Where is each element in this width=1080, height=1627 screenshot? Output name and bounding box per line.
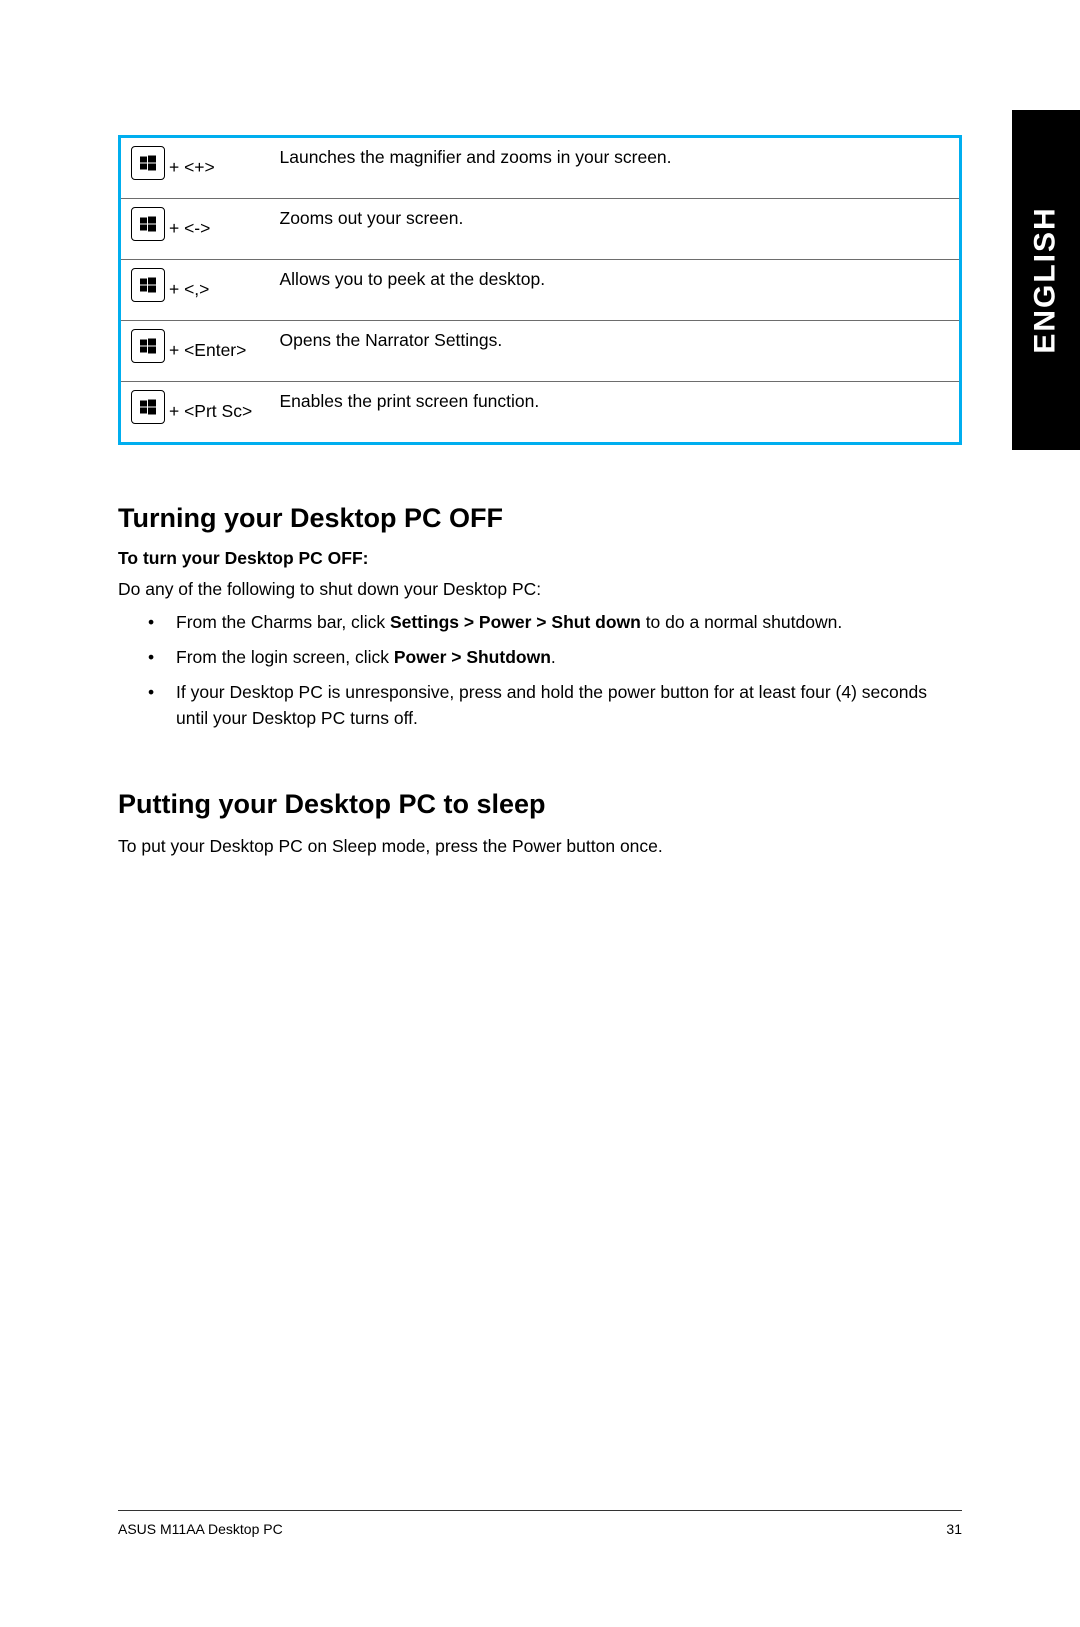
bullet-pre: From the login screen, click xyxy=(176,647,394,667)
bullet-post: to do a normal shutdown. xyxy=(641,612,842,632)
bullet-post: . xyxy=(551,647,556,667)
shortcut-desc-cell: Allows you to peek at the desktop. xyxy=(270,260,961,321)
shortcut-desc-cell: Enables the print screen function. xyxy=(270,382,961,444)
table-row: + <Enter> Opens the Narrator Settings. xyxy=(120,321,961,382)
windows-key-icon xyxy=(131,268,165,302)
language-tab: ENGLISH xyxy=(1012,110,1080,450)
shortcut-key-cell: + <,> xyxy=(120,260,270,321)
bullet-pre: From the Charms bar, click xyxy=(176,612,390,632)
intro-turning-off: Do any of the following to shut down you… xyxy=(118,577,962,602)
windows-key-icon xyxy=(131,390,165,424)
bullets-turning-off: From the Charms bar, click Settings > Po… xyxy=(148,610,962,732)
heading-sleep: Putting your Desktop PC to sleep xyxy=(118,789,962,820)
shortcut-combo: + <+> xyxy=(169,157,215,177)
list-item: From the Charms bar, click Settings > Po… xyxy=(148,610,962,635)
footer-page-number: 31 xyxy=(946,1521,962,1537)
shortcut-combo: + <Enter> xyxy=(169,340,246,360)
body-sleep: To put your Desktop PC on Sleep mode, pr… xyxy=(118,834,962,859)
page-content: + <+> Launches the magnifier and zooms in… xyxy=(118,135,962,867)
shortcut-desc-cell: Opens the Narrator Settings. xyxy=(270,321,961,382)
bullet-pre: If your Desktop PC is unresponsive, pres… xyxy=(176,682,927,727)
subhead-turning-off: To turn your Desktop PC OFF: xyxy=(118,548,962,569)
heading-turning-off: Turning your Desktop PC OFF xyxy=(118,503,962,534)
bullet-bold: Power > Shutdown xyxy=(394,647,551,667)
shortcut-desc-cell: Zooms out your screen. xyxy=(270,199,961,260)
shortcut-combo: + <-> xyxy=(169,218,210,238)
list-item: If your Desktop PC is unresponsive, pres… xyxy=(148,680,962,731)
shortcut-key-cell: + <+> xyxy=(120,137,270,199)
table-row: + <,> Allows you to peek at the desktop. xyxy=(120,260,961,321)
shortcut-key-cell: + <Enter> xyxy=(120,321,270,382)
footer-product: ASUS M11AA Desktop PC xyxy=(118,1521,283,1537)
shortcuts-tbody: + <+> Launches the magnifier and zooms in… xyxy=(120,137,961,444)
table-row: + <-> Zooms out your screen. xyxy=(120,199,961,260)
shortcut-combo: + <,> xyxy=(169,279,209,299)
language-label: ENGLISH xyxy=(1029,206,1063,353)
shortcut-key-cell: + <Prt Sc> xyxy=(120,382,270,444)
windows-key-icon xyxy=(131,207,165,241)
shortcuts-table: + <+> Launches the magnifier and zooms in… xyxy=(118,135,962,445)
windows-key-icon xyxy=(131,329,165,363)
table-row: + <Prt Sc> Enables the print screen funct… xyxy=(120,382,961,444)
bullet-bold: Settings > Power > Shut down xyxy=(390,612,641,632)
page-footer: ASUS M11AA Desktop PC 31 xyxy=(118,1510,962,1537)
table-row: + <+> Launches the magnifier and zooms in… xyxy=(120,137,961,199)
windows-key-icon xyxy=(131,146,165,180)
shortcut-key-cell: + <-> xyxy=(120,199,270,260)
list-item: From the login screen, click Power > Shu… xyxy=(148,645,962,670)
shortcut-combo: + <Prt Sc> xyxy=(169,401,252,421)
shortcut-desc-cell: Launches the magnifier and zooms in your… xyxy=(270,137,961,199)
